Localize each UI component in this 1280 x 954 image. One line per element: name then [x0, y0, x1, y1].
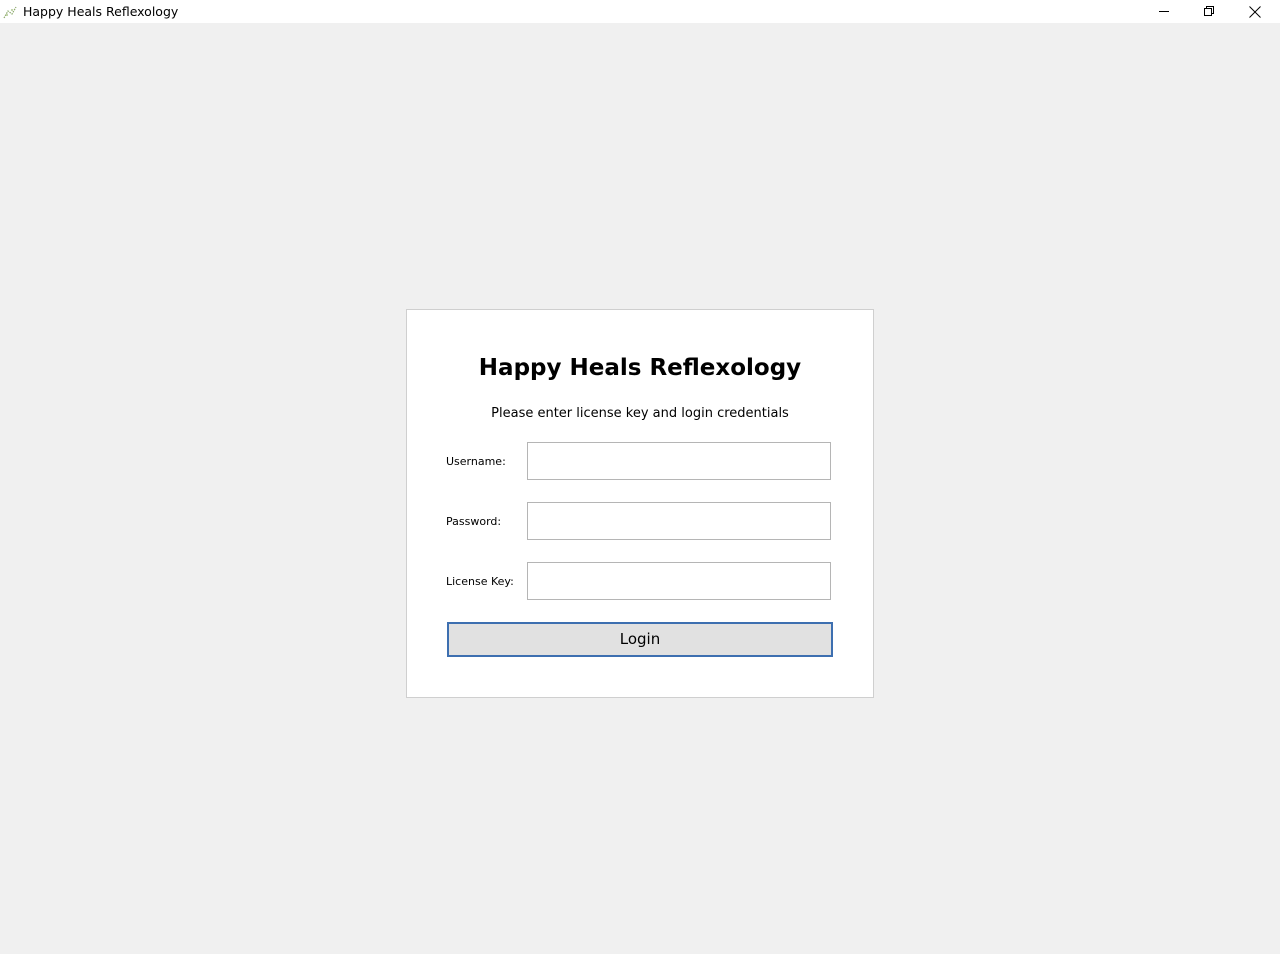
window-title: Happy Heals Reflexology — [23, 4, 179, 19]
minimize-icon — [1158, 6, 1170, 17]
close-icon — [1249, 5, 1261, 18]
maximize-button[interactable] — [1186, 0, 1232, 23]
login-subtitle: Please enter license key and login crede… — [491, 406, 789, 421]
license-key-label: License Key: — [446, 575, 514, 588]
restore-icon — [1203, 6, 1215, 17]
close-button[interactable] — [1232, 0, 1278, 23]
leaf-app-icon[interactable] — [3, 4, 17, 19]
login-button[interactable]: Login — [447, 622, 833, 657]
username-label: Username: — [446, 455, 506, 468]
login-title: Happy Heals Reflexology — [478, 355, 802, 381]
window-titlebar: Happy Heals Reflexology — [0, 0, 1280, 23]
minimize-button[interactable] — [1141, 0, 1187, 23]
password-label: Password: — [446, 515, 502, 528]
license-key-input[interactable] — [527, 562, 831, 600]
username-input[interactable] — [527, 442, 831, 480]
password-input[interactable] — [527, 502, 831, 540]
login-card: Happy Heals Reflexology Please enter lic… — [406, 309, 874, 698]
